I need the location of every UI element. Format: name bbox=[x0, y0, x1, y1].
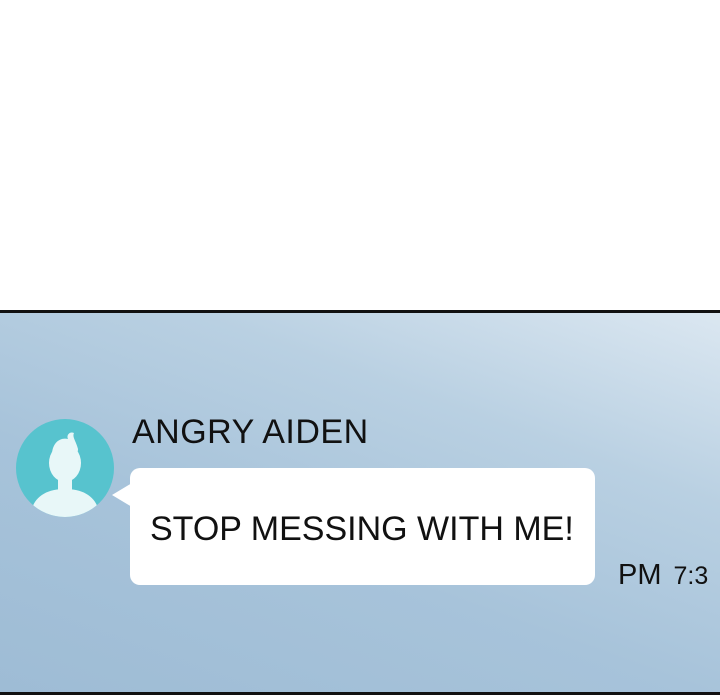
timestamp-time: 7:3 bbox=[673, 562, 709, 590]
user-silhouette-icon bbox=[30, 432, 100, 517]
comic-panel: ANGRY AIDEN STOP MESSING WITH ME! PM 7:3 bbox=[0, 0, 720, 700]
message-text: STOP MESSING WITH ME! bbox=[150, 510, 574, 548]
message-timestamp: PM 7:3 bbox=[618, 559, 708, 592]
timestamp-ampm: PM bbox=[618, 559, 662, 591]
sender-name: ANGRY AIDEN bbox=[132, 413, 369, 451]
contact-avatar[interactable] bbox=[16, 419, 114, 517]
chat-screen: ANGRY AIDEN STOP MESSING WITH ME! PM 7:3 bbox=[0, 310, 720, 695]
blank-panel-area bbox=[0, 0, 720, 310]
bubble-tail bbox=[112, 483, 132, 507]
